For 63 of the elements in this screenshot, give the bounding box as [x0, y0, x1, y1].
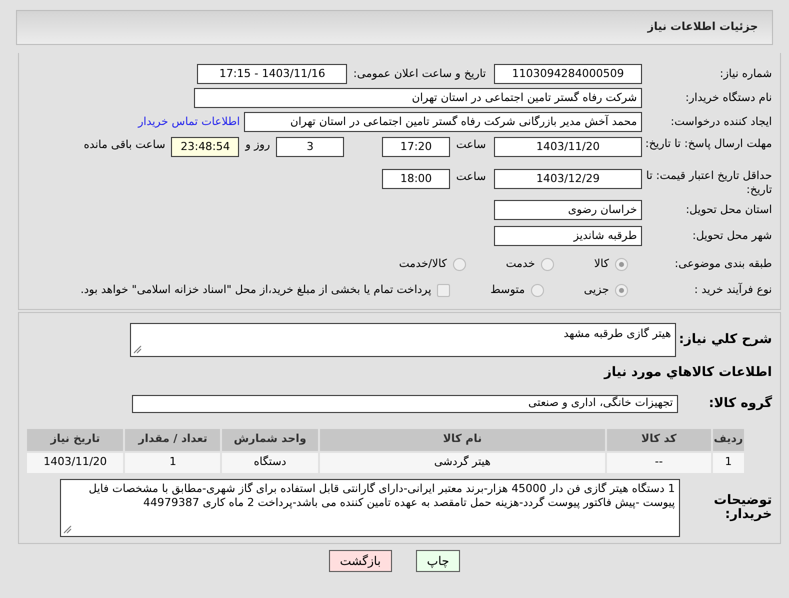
- field-label: روز و: [245, 137, 270, 153]
- table-cell: هیتر گردشی: [318, 452, 606, 474]
- print-button[interactable]: چاپ: [416, 550, 460, 572]
- column-header: تعداد / مقدار: [124, 428, 222, 452]
- back-button[interactable]: بازگشت: [328, 550, 392, 572]
- page-title: جزئیات اطلاعات نیاز: [648, 19, 758, 36]
- radio-label: متوسط: [490, 282, 525, 298]
- contact-link[interactable]: اطلاعات تماس خریدار: [138, 114, 240, 130]
- field-label: شرح کلي نياز:: [678, 333, 773, 347]
- field-label: ساعت باقی مانده: [84, 137, 166, 153]
- radio-label: کالا: [594, 256, 609, 272]
- field-label: ساعت: [456, 137, 486, 153]
- field-value: 18:00: [382, 169, 450, 189]
- notes-field[interactable]: 1 دستگاه هیتر گازی فن دار 45000 هزار-برند معتبر ایرانی-دارای گارانتی قابل استفاده برای گاز شهری-مطابق با مشخصات فایل پیوست -پیش فاکتور پیوست گردد-هزینه حمل تامقصد به عهده تامین کننده می باشد-پرداخت 2 ماه کاری 44979387: [60, 478, 680, 536]
- table-cell: 1: [712, 452, 745, 474]
- table-cell: 1: [124, 452, 222, 474]
- field-label: طبقه بندی موضوعی:: [674, 257, 773, 271]
- column-header: رديف: [712, 428, 745, 452]
- radio-label: کالا/خدمت: [399, 256, 447, 272]
- field-value: 1403/11/20: [494, 137, 642, 157]
- field-value: 1403/11/16 - 17:15: [197, 64, 348, 84]
- field-label: نوع فرآیند خرید :: [693, 283, 773, 297]
- resize-grip-icon[interactable]: [63, 524, 72, 534]
- field-label: شهر محل تحویل:: [691, 229, 773, 243]
- table-cell: 1403/11/20: [26, 452, 124, 474]
- field-label: حداقل تاریخ اعتبار قیمت: تا تاریخ:: [645, 169, 773, 198]
- radio-button[interactable]: [541, 258, 554, 270]
- table-cell: دستگاه: [221, 452, 319, 474]
- section-heading: اطلاعات کالاهاي مورد نياز: [602, 364, 773, 382]
- table-cell: --: [606, 452, 712, 474]
- countdown-value: 23:48:54: [171, 137, 240, 157]
- radio-label: خدمت: [506, 256, 536, 272]
- field-value: خراسان رضوی: [494, 200, 642, 220]
- checkbox[interactable]: [437, 284, 450, 296]
- column-header: واحد شمارش: [221, 428, 319, 452]
- field-label: شماره نیاز:: [718, 67, 773, 81]
- column-header: تاريخ نياز: [26, 428, 124, 452]
- checkbox-label: پرداخت تمام یا بخشی از مبلغ خرید،از محل "اسناد خزانه اسلامی" خواهد بود.: [80, 282, 432, 298]
- field-value: محمد آخش مدیر بازرگانی شرکت رفاه گستر تامین اجتماعی در استان تهران: [244, 112, 642, 132]
- field-label: مهلت ارسال پاسخ: تا تاریخ:: [644, 137, 773, 152]
- field-value: 1103094284000509: [494, 64, 642, 84]
- field-label: ایجاد کننده درخواست:: [670, 115, 773, 129]
- field-value: 3: [276, 137, 344, 157]
- field-value: تجهیزات خانگی، اداری و صنعتی: [132, 394, 678, 412]
- radio-label: جزیی: [584, 282, 609, 298]
- column-header: کد کالا: [606, 428, 712, 452]
- field-label: توضیحات خریدار:: [712, 494, 773, 522]
- column-header: نام کالا: [318, 428, 606, 452]
- field-value: 1403/12/29: [494, 169, 642, 189]
- radio-button[interactable]: [615, 284, 628, 296]
- field-value: 17:20: [382, 137, 450, 157]
- field-label: استان محل تحویل:: [684, 203, 773, 217]
- field-value: طرقبه شاندیز: [494, 226, 642, 246]
- field-label: نام دستگاه خریدار:: [684, 91, 773, 105]
- field-label: تاریخ و ساعت اعلان عمومی:: [353, 66, 486, 82]
- radio-button[interactable]: [530, 284, 544, 296]
- description-field[interactable]: هیتر گازی طرقبه مشهد: [130, 323, 676, 357]
- field-value: شرکت رفاه گستر تامین اجتماعی در استان تهران: [194, 88, 642, 108]
- radio-button[interactable]: [452, 258, 466, 270]
- resize-grip-icon[interactable]: [133, 345, 142, 354]
- field-label: گروه کالا:: [708, 396, 773, 410]
- radio-button[interactable]: [615, 258, 628, 270]
- field-label: ساعت: [456, 169, 486, 185]
